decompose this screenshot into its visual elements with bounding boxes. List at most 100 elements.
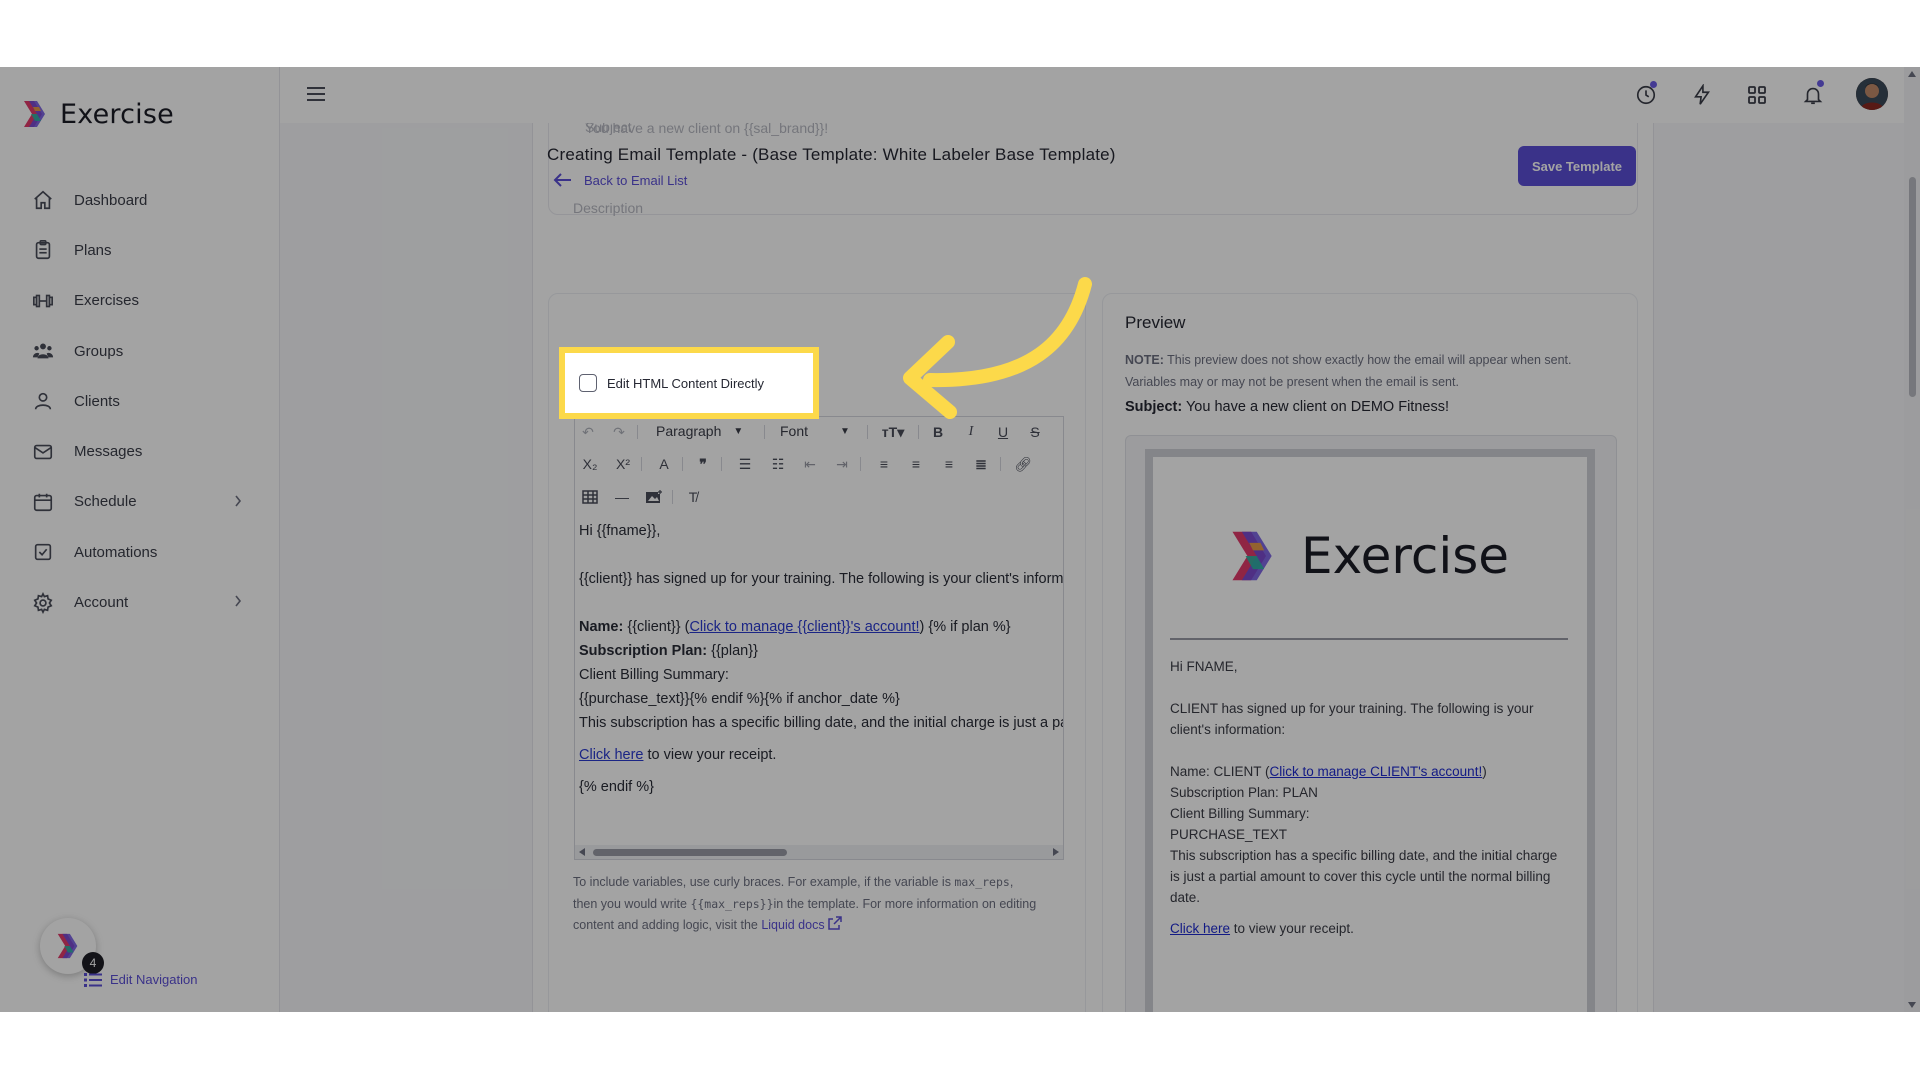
font-select-value: Font	[780, 423, 809, 439]
user-avatar[interactable]	[1856, 78, 1888, 110]
sidebar-item-automations[interactable]: Automations	[0, 527, 279, 577]
liquid-docs-label: Liquid docs	[761, 918, 825, 932]
gear-icon	[32, 591, 54, 614]
content-endif-line: {% endif %}	[579, 779, 654, 795]
horizontal-rule-icon[interactable]: —	[611, 488, 633, 506]
sidebar-item-account[interactable]: Account	[0, 577, 279, 627]
email-purchase-line: PURCHASE_TEXT	[1170, 827, 1288, 842]
align-right-icon[interactable]: ≡	[938, 455, 960, 473]
undo-icon[interactable]: ↶	[577, 423, 599, 441]
email-receipt-link[interactable]: Click here	[1170, 921, 1230, 936]
subscript-icon[interactable]: X₂	[579, 455, 601, 473]
scrollbar-thumb[interactable]	[593, 849, 787, 856]
sidebar-item-schedule[interactable]: Schedule	[0, 477, 279, 527]
toolbar-separator	[637, 425, 638, 439]
back-to-email-list-link[interactable]: Back to Email List	[553, 172, 687, 188]
scroll-left-arrow-icon[interactable]	[579, 848, 585, 856]
toolbar-separator	[918, 425, 919, 439]
toolbar-separator	[682, 457, 683, 471]
sidebar-item-messages[interactable]: Messages	[0, 426, 279, 476]
sidebar-item-label: Automations	[74, 543, 158, 561]
content-intro: {{client}} has signed up for your traini…	[579, 571, 1063, 587]
paragraph-format-select[interactable]: Paragraph ▼	[656, 423, 743, 439]
scroll-right-arrow-icon[interactable]	[1053, 848, 1059, 856]
edit-html-directly-toggle[interactable]: Edit HTML Content Directly	[559, 347, 819, 419]
numbered-list-icon[interactable]: ☷	[767, 455, 789, 473]
content-manage-account-link[interactable]: Click to manage {{client}}'s account!	[689, 619, 919, 635]
email-manage-account-link[interactable]: Click to manage CLIENT's account!	[1270, 764, 1483, 779]
editor-content[interactable]: Hi {{fname}}, {{client}} has signed up f…	[579, 519, 1063, 799]
sidebar: Exercise Dashboard Plans Exercises Group…	[0, 67, 280, 1012]
sidebar-item-groups[interactable]: Groups	[0, 326, 279, 376]
table-icon[interactable]	[579, 488, 601, 506]
content-anchor-line: This subscription has a specific billing…	[579, 715, 1063, 731]
blockquote-icon[interactable]: ❞	[692, 455, 714, 473]
preview-subject: Subject: You have a new client on DEMO F…	[1125, 399, 1449, 415]
email-name-suffix: )	[1482, 764, 1487, 779]
insert-image-icon[interactable]	[643, 488, 665, 506]
text-color-icon[interactable]: A	[653, 455, 675, 473]
content-greeting: Hi {{fname}},	[579, 523, 661, 539]
top-bar	[280, 67, 1920, 124]
superscript-icon[interactable]: X²	[612, 455, 634, 473]
content-receipt-tail: to view your receipt.	[643, 747, 777, 763]
content-name-tail: ) {% if plan %}	[919, 619, 1011, 635]
bullet-list-icon[interactable]: ☰	[734, 455, 756, 473]
mail-icon	[32, 441, 54, 463]
editor-horizontal-scrollbar[interactable]	[575, 845, 1063, 859]
email-intro: CLIENT has signed up for your training. …	[1170, 701, 1534, 737]
sidebar-item-exercises[interactable]: Exercises	[0, 276, 279, 326]
preview-title: Preview	[1125, 313, 1186, 332]
redo-icon[interactable]: ↷	[608, 423, 630, 441]
checkbox-icon	[32, 541, 54, 563]
sidebar-item-label: Dashboard	[74, 191, 148, 209]
apps-grid-icon[interactable]	[1743, 81, 1771, 109]
align-center-icon[interactable]: ≡	[905, 455, 927, 473]
email-divider	[1170, 638, 1568, 640]
link-icon[interactable]: 🔗︎	[1012, 455, 1034, 473]
edit-html-checkbox[interactable]	[579, 374, 597, 392]
edit-html-checkbox-label: Edit HTML Content Directly	[607, 375, 765, 391]
editor-toolbar-row: — T̸	[575, 482, 1063, 512]
content-receipt-line: Click here to view your receipt.	[579, 743, 1063, 767]
exercise-logo-icon	[24, 101, 45, 127]
clipboard-icon	[32, 239, 54, 261]
scroll-down-arrow-icon[interactable]	[1908, 1002, 1916, 1008]
app-window: Exercise Dashboard Plans Exercises Group…	[0, 67, 1920, 1012]
home-icon	[32, 189, 54, 211]
content-name-value: {{client}} (	[627, 619, 690, 635]
sidebar-item-label: Messages	[74, 443, 143, 461]
align-justify-icon[interactable]: ≣	[970, 455, 992, 473]
content-plan-value: {{plan}}	[711, 643, 758, 659]
user-icon	[32, 390, 54, 412]
align-left-icon[interactable]: ≡	[873, 455, 895, 473]
toolbar-separator	[764, 425, 765, 439]
save-template-button[interactable]: Save Template	[1518, 146, 1636, 186]
chevron-right-icon	[233, 493, 243, 514]
liquid-docs-link[interactable]: Liquid docs	[761, 916, 842, 932]
sidebar-item-clients[interactable]: Clients	[0, 376, 279, 426]
scroll-up-arrow-icon[interactable]	[1908, 71, 1916, 77]
font-family-select[interactable]: Font ▼	[780, 423, 850, 439]
exercise-logo-icon	[1232, 531, 1272, 581]
edit-navigation-link[interactable]: Edit Navigation	[84, 972, 197, 987]
rich-text-editor[interactable]: ↶ ↷ Paragraph ▼ Font ▼ тT▾ B I U S X₂ X²…	[574, 416, 1064, 860]
page-vertical-scrollbar[interactable]	[1904, 67, 1920, 1012]
brand-logo[interactable]: Exercise	[20, 97, 174, 131]
lightning-icon[interactable]	[1688, 81, 1716, 109]
sidebar-item-dashboard[interactable]: Dashboard	[0, 175, 279, 225]
notification-count-badge: 4	[82, 952, 104, 974]
clear-formatting-icon[interactable]: T̸	[682, 488, 704, 506]
sidebar-item-label: Clients	[74, 392, 120, 410]
outdent-icon[interactable]: ⇤	[799, 455, 821, 473]
content-receipt-link[interactable]: Click here	[579, 747, 643, 763]
bell-icon[interactable]	[1799, 80, 1827, 109]
ghost-description-label: Description	[573, 200, 644, 216]
indent-icon[interactable]: ⇥	[831, 455, 853, 473]
history-icon[interactable]	[1632, 81, 1660, 109]
sidebar-item-plans[interactable]: Plans	[0, 225, 279, 275]
hamburger-menu-icon[interactable]	[306, 84, 326, 109]
scrollbar-thumb[interactable]	[1909, 177, 1916, 397]
notification-dot	[1650, 81, 1657, 88]
dumbbell-icon	[32, 290, 54, 312]
